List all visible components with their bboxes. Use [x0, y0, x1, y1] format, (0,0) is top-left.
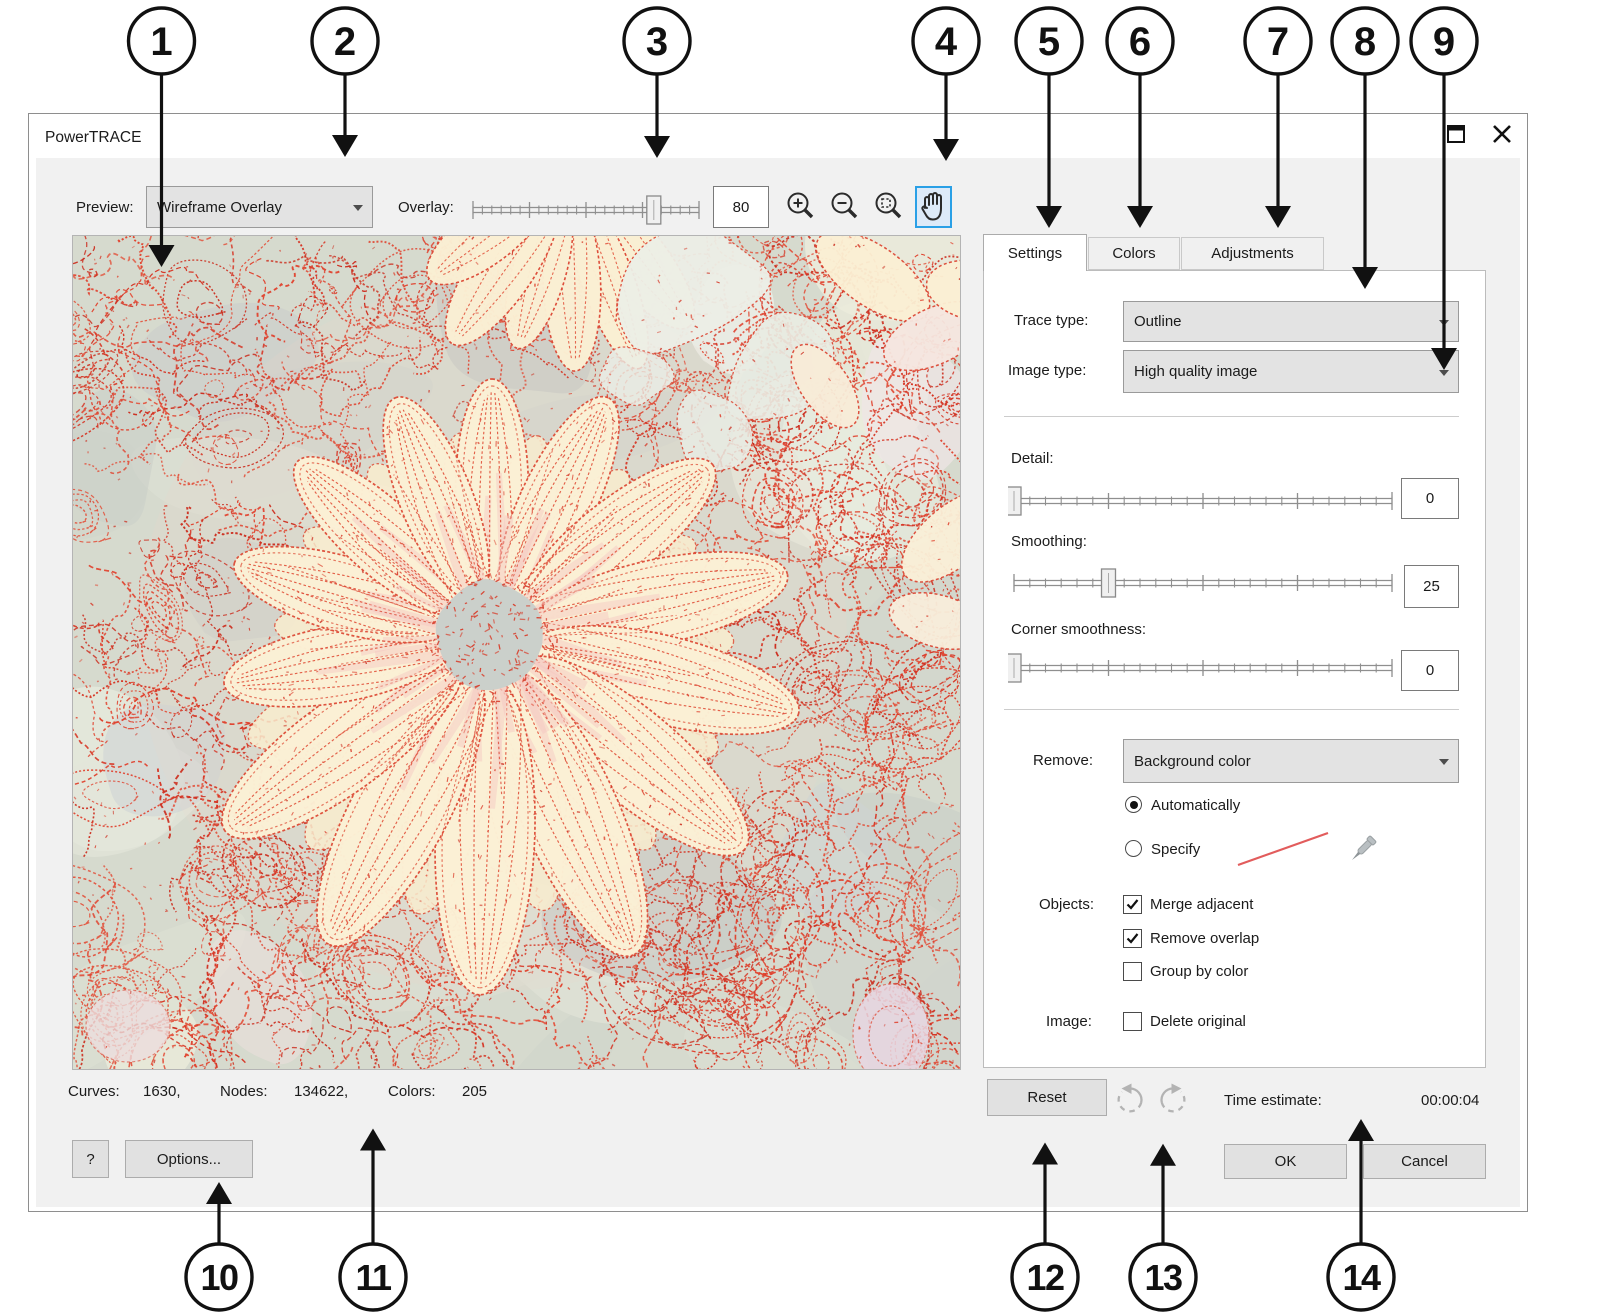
svg-text:4: 4 [935, 20, 958, 64]
svg-text:14: 14 [1342, 1257, 1381, 1298]
svg-text:13: 13 [1144, 1257, 1182, 1298]
svg-text:12: 12 [1026, 1257, 1064, 1298]
svg-text:7: 7 [1267, 20, 1289, 64]
svg-text:2: 2 [334, 20, 356, 64]
svg-text:9: 9 [1433, 20, 1455, 64]
svg-text:10: 10 [200, 1257, 238, 1298]
svg-text:1: 1 [150, 20, 172, 64]
svg-text:6: 6 [1129, 20, 1151, 64]
svg-text:3: 3 [646, 20, 668, 64]
svg-text:8: 8 [1354, 20, 1376, 64]
svg-text:11: 11 [355, 1257, 392, 1298]
svg-text:5: 5 [1038, 20, 1060, 64]
